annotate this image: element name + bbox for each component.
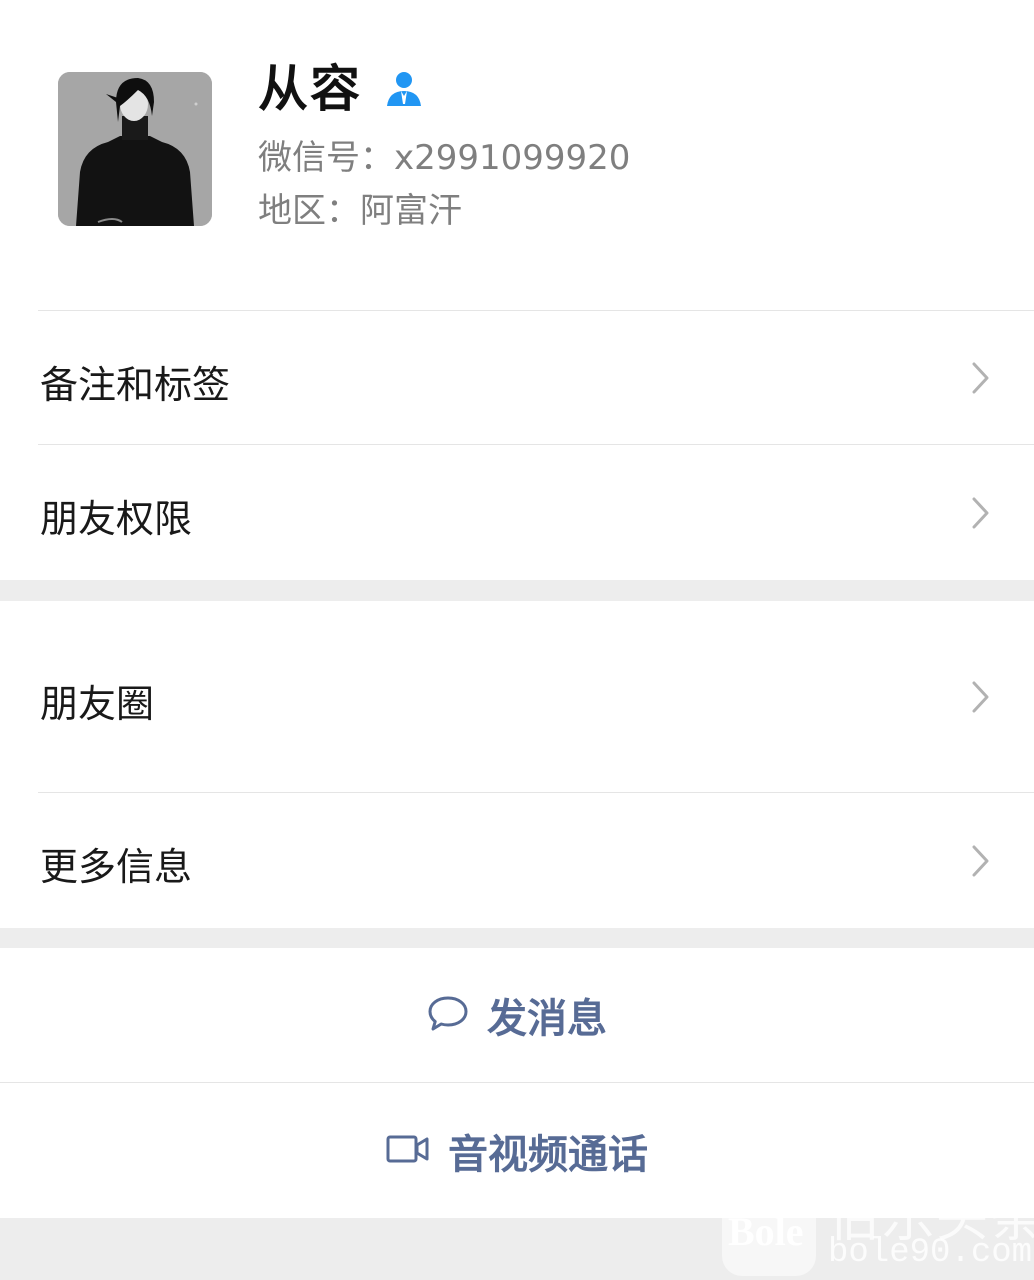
settings-group-2: 朋友圈 更多信息 — [0, 601, 1034, 928]
watermark-url: bole90.com — [828, 1234, 1033, 1272]
actions-group: 发消息 音视频通话 — [0, 948, 1034, 1218]
friend-permissions-row[interactable]: 朋友权限 — [0, 445, 1034, 580]
send-message-button[interactable]: 发消息 — [0, 948, 1034, 1082]
moments-label: 朋友圈 — [40, 682, 155, 726]
chevron-right-icon — [972, 845, 989, 877]
chat-bubble-icon — [427, 994, 469, 1036]
more-info-label: 更多信息 — [40, 845, 193, 889]
avatar-portrait — [58, 72, 212, 226]
person-icon — [384, 69, 424, 109]
settings-group-1: 备注和标签 朋友权限 — [0, 310, 1034, 580]
remarks-and-tags-label: 备注和标签 — [40, 363, 231, 407]
region: 地区：阿富汗 — [258, 191, 462, 231]
video-call-button[interactable]: 音视频通话 — [0, 1083, 1034, 1218]
more-info-row[interactable]: 更多信息 — [0, 793, 1034, 928]
remarks-and-tags-row[interactable]: 备注和标签 — [0, 310, 1034, 445]
moments-row[interactable]: 朋友圈 — [0, 601, 1034, 793]
send-message-label: 发消息 — [487, 996, 607, 1042]
chevron-right-icon — [972, 362, 989, 394]
video-camera-icon — [386, 1133, 430, 1169]
friend-permissions-label: 朋友权限 — [40, 497, 193, 541]
profile-header: 从容 微信号：x2991099920 地区：阿富汗 — [0, 0, 1034, 310]
chevron-right-icon — [972, 681, 989, 713]
video-call-label: 音视频通话 — [448, 1131, 648, 1178]
contact-name: 从容 — [258, 60, 362, 118]
chevron-right-icon — [972, 497, 989, 529]
wechat-id: 微信号：x2991099920 — [258, 138, 631, 178]
avatar[interactable] — [58, 72, 212, 226]
name-row: 从容 — [258, 56, 424, 122]
